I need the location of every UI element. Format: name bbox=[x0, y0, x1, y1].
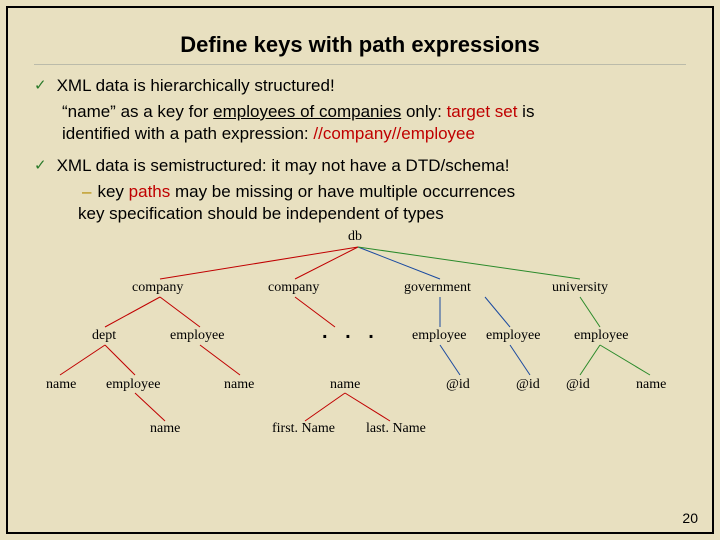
node-id-2: @id bbox=[516, 377, 540, 393]
node-dept: dept bbox=[92, 328, 116, 344]
b1-l3-pre: identified with a path expression: bbox=[62, 124, 313, 143]
bullet-2-sub1: –key paths may be missing or have multip… bbox=[82, 181, 686, 203]
b2-sub1-post: may be missing or have multiple occurren… bbox=[170, 182, 515, 201]
dash-icon: – bbox=[82, 182, 91, 201]
bullet-2-sub2: key specification should be independent … bbox=[78, 203, 686, 225]
node-id-1: @id bbox=[446, 377, 470, 393]
node-name-1: name bbox=[46, 377, 76, 393]
bullet-2: ✓ XML data is semistructured: it may not… bbox=[34, 155, 686, 177]
check-icon: ✓ bbox=[34, 75, 47, 97]
node-firstname: first. Name bbox=[272, 421, 335, 437]
node-employee-5: employee bbox=[106, 377, 160, 393]
b1-l2-target: target set bbox=[447, 102, 518, 121]
node-employee-3: employee bbox=[486, 328, 540, 344]
b2-sub1-pre: key bbox=[97, 182, 128, 201]
node-lastname: last. Name bbox=[366, 421, 426, 437]
tree-diagram: db company company government university… bbox=[40, 225, 680, 455]
slide-title: Define keys with path expressions bbox=[34, 26, 686, 58]
title-rule bbox=[34, 64, 686, 65]
bullet-1-line1: XML data is hierarchically structured! bbox=[57, 75, 335, 97]
node-name-4: name bbox=[636, 377, 666, 393]
node-employee-4: employee bbox=[574, 328, 628, 344]
b1-l2-post: only: bbox=[401, 102, 446, 121]
bullet-1-line2: “name” as a key for employees of compani… bbox=[62, 101, 686, 123]
bullet-2-line1: XML data is semistructured: it may not h… bbox=[57, 155, 510, 177]
node-id-3: @id bbox=[566, 377, 590, 393]
b1-l2-pre: “name” as a key for bbox=[62, 102, 213, 121]
node-company-2: company bbox=[268, 280, 319, 296]
node-employee-1: employee bbox=[170, 328, 224, 344]
b2-sub1-red: paths bbox=[129, 182, 171, 201]
node-name-3: name bbox=[330, 377, 360, 393]
check-icon: ✓ bbox=[34, 155, 47, 177]
node-employee-2: employee bbox=[412, 328, 466, 344]
node-db: db bbox=[348, 229, 362, 245]
node-company-1: company bbox=[132, 280, 183, 296]
b1-l3-path: //company//employee bbox=[313, 124, 475, 143]
node-university: university bbox=[552, 280, 608, 296]
b1-l2-end: is bbox=[517, 102, 534, 121]
dots-icon: . . . bbox=[322, 321, 380, 344]
bullet-1: ✓ XML data is hierarchically structured! bbox=[34, 75, 686, 97]
node-name-5: name bbox=[150, 421, 180, 437]
node-name-2: name bbox=[224, 377, 254, 393]
bullet-1-line3: identified with a path expression: //com… bbox=[62, 123, 686, 145]
node-government: government bbox=[404, 280, 471, 296]
page-number: 20 bbox=[682, 510, 698, 526]
b1-l2-underline: employees of companies bbox=[213, 102, 401, 121]
